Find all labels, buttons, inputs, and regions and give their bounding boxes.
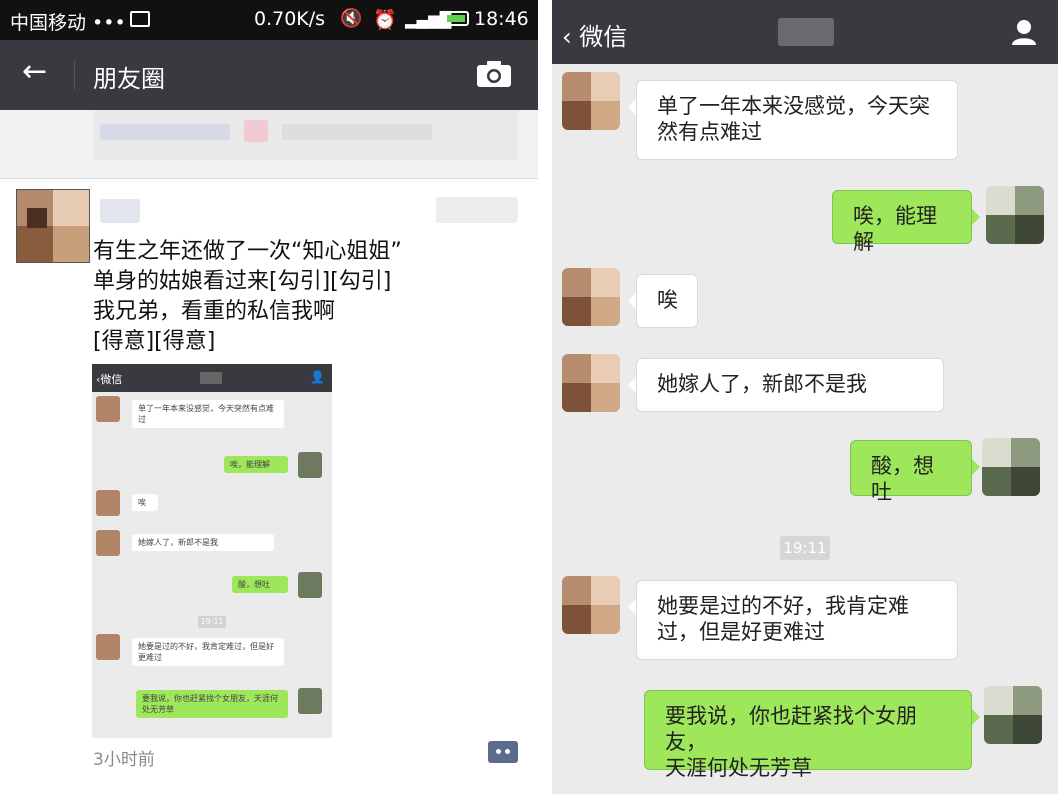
message-line: 唉，能理解 [853, 204, 937, 254]
thumb-avatar [96, 396, 120, 422]
page-title: 朋友圈 [93, 65, 165, 93]
chat-nav-bar: ‹ 微信 [552, 0, 1058, 64]
time-divider: 19:11 [780, 536, 830, 560]
message-line: 酸，想吐 [871, 454, 934, 504]
thumb-time-divider: 19:11 [198, 616, 226, 628]
comment-icon[interactable] [488, 741, 518, 763]
thumb-message: 单了一年本来没感觉，今天突然有点难过 [132, 400, 284, 428]
message-line: 天涯何处无芳草 [665, 756, 812, 780]
camera-icon[interactable] [476, 60, 512, 88]
my-avatar[interactable] [982, 438, 1040, 496]
chat-message-received[interactable]: 单了一年本来没感觉，今天突 然有点难过 [628, 80, 958, 160]
chat-message-received[interactable]: 她嫁人了，新郎不是我 [628, 358, 944, 412]
chat-message-sent[interactable]: 唉，能理解 [832, 190, 980, 254]
chat-message-received[interactable]: 唉 [628, 274, 698, 328]
back-button[interactable]: ‹ 微信 [562, 17, 627, 52]
blurred-contact-name [778, 18, 834, 46]
friend-avatar[interactable] [562, 354, 620, 412]
carrier-label: 中国移动 ••• [10, 12, 126, 34]
my-avatar[interactable] [986, 186, 1044, 244]
thumb-avatar [298, 572, 322, 598]
mute-icon: 🔇 [340, 8, 363, 29]
battery-icon [443, 11, 469, 26]
message-line: 她要是过的不好，我肯定难 [657, 594, 909, 618]
blurred-title [200, 372, 222, 384]
message-line: 过，但是好更难过 [657, 620, 825, 644]
post-line: 单身的姑娘看过来[勾引][勾引] [93, 269, 392, 294]
thumb-avatar [96, 490, 120, 516]
message-line: 单了一年本来没感觉，今天突 [657, 94, 930, 118]
screenshot-divider [538, 0, 552, 794]
moments-nav-bar: ← 朋友圈 [0, 40, 538, 110]
thumb-message: 要我说，你也赶紧找个女朋友，天涯何处无芳草 [136, 690, 288, 718]
blur-block [282, 124, 432, 140]
chat-message-received[interactable]: 她要是过的不好，我肯定难 过，但是好更难过 [628, 580, 958, 660]
back-label: 微信 [579, 23, 628, 51]
network-speed: 0.70K/s [254, 8, 326, 30]
clock: 18:46 [474, 8, 529, 30]
thumb-message: 唉 [132, 494, 158, 511]
contact-profile-icon[interactable] [1010, 18, 1038, 46]
message-line: 要我说，你也赶紧找个女朋友， [665, 704, 917, 754]
post-line: 有生之年还做了一次“知心姐姐” [93, 239, 402, 264]
chat-message-sent[interactable]: 要我说，你也赶紧找个女朋友， 天涯何处无芳草 [644, 690, 980, 780]
status-bar: 中国移动 ••• 0.70K/s 🔇 ⏰ ▂▄▆█ 18:46 [0, 0, 538, 40]
thumb-back-label: ‹微信 [96, 373, 123, 386]
nav-divider [74, 60, 75, 90]
back-arrow-icon[interactable]: ← [22, 54, 47, 89]
message-line: 她嫁人了，新郎不是我 [657, 372, 867, 396]
thumb-message: 酸，想吐 [232, 576, 288, 593]
my-avatar[interactable] [984, 686, 1042, 744]
post-line: 我兄弟，看重的私信我啊 [93, 299, 336, 324]
moments-screen: 中国移动 ••• 0.70K/s 🔇 ⏰ ▂▄▆█ 18:46 ← 朋友圈 有生… [0, 0, 538, 794]
blur-block [100, 124, 230, 140]
thumb-avatar [96, 530, 120, 556]
thumb-nav-bar: ‹微信 👤 [92, 364, 332, 392]
chat-message-sent[interactable]: 酸，想吐 [850, 440, 980, 504]
thumb-avatar [298, 452, 322, 478]
thumb-avatar [298, 688, 322, 714]
thumb-message: 她嫁人了，新郎不是我 [132, 534, 274, 551]
blurred-share-banner[interactable] [94, 110, 518, 160]
alarm-icon: ⏰ [373, 9, 397, 31]
blurred-username[interactable] [100, 199, 140, 223]
chat-screen: ‹ 微信 单了一年本来没感觉，今天突 然有点难过 唉，能理解 唉 她嫁人了，新郎… [552, 0, 1058, 794]
thumb-user-icon: 👤 [310, 370, 325, 384]
friend-avatar[interactable] [562, 576, 620, 634]
thumb-avatar [96, 634, 120, 660]
post-timestamp: 3小时前 [93, 750, 155, 770]
blur-block [244, 120, 268, 142]
blurred-meta [436, 197, 518, 223]
post-line: [得意][得意] [93, 329, 216, 354]
message-line: 然有点难过 [657, 120, 762, 144]
thumb-message: 唉，能理解 [224, 456, 288, 473]
image-icon [130, 11, 150, 27]
user-avatar[interactable] [16, 189, 90, 263]
friend-avatar[interactable] [562, 72, 620, 130]
post-image-thumbnail[interactable]: ‹微信 👤 单了一年本来没感觉，今天突然有点难过 唉，能理解 唉 她嫁人了，新郎… [92, 364, 332, 738]
thumb-message: 她要是过的不好，我肯定难过，但是好更难过 [132, 638, 284, 666]
friend-avatar[interactable] [562, 268, 620, 326]
message-line: 唉 [657, 288, 678, 312]
